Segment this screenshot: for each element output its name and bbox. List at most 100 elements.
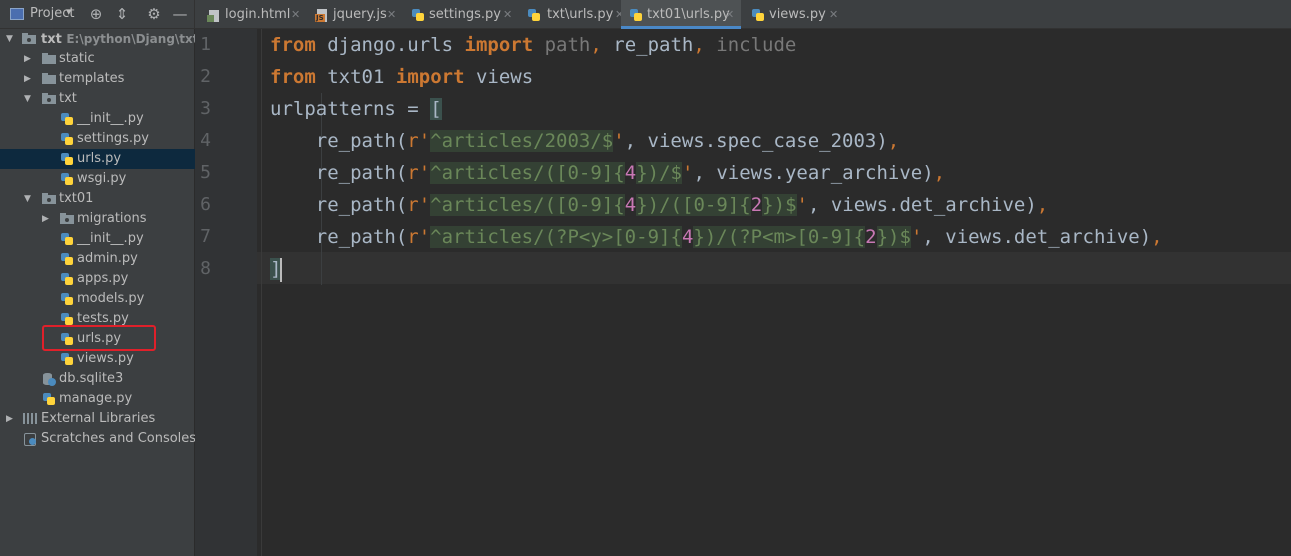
libraries-icon — [23, 412, 37, 424]
python-file-icon — [60, 172, 74, 186]
code-line-5: re_path(r'^articles/([0-9]{4})/$', views… — [315, 162, 946, 184]
tree-item-txt01-package[interactable]: ▼ txt01 — [0, 189, 195, 209]
tree-item-settings-py[interactable]: settings.py — [0, 129, 195, 149]
tree-item-manage-py[interactable]: manage.py — [0, 389, 195, 409]
tree-item-views-py[interactable]: views.py — [0, 349, 195, 369]
tree-item-label: manage.py — [59, 391, 133, 406]
tree-item-init-py[interactable]: __init__.py — [0, 109, 195, 129]
fold-gutter-line — [261, 29, 262, 556]
python-file-icon — [60, 272, 74, 286]
line-number: 6 — [200, 194, 211, 215]
code-line-7: re_path(r'^articles/(?P<y>[0-9]{4})/(?P<… — [315, 226, 1163, 248]
tree-item-label: db.sqlite3 — [59, 371, 124, 386]
tab-label: txt01\urls.py — [647, 7, 730, 22]
tree-item-templates[interactable]: ▶ templates — [0, 69, 195, 89]
line-number: 5 — [200, 162, 211, 183]
line-number: 3 — [200, 98, 211, 119]
chevron-right-icon[interactable]: ▶ — [6, 409, 13, 429]
python-file-icon — [60, 352, 74, 366]
chevron-down-icon[interactable]: ▼ — [24, 189, 31, 209]
close-icon[interactable]: ✕ — [829, 0, 838, 29]
tree-item-label: static — [59, 51, 95, 66]
tree-item-init-py[interactable]: __init__.py — [0, 229, 195, 249]
line-number: 1 — [200, 34, 211, 55]
python-file-icon — [60, 312, 74, 326]
code-line-6: re_path(r'^articles/([0-9]{4})/([0-9]{2}… — [315, 194, 1049, 216]
close-icon[interactable]: ✕ — [387, 0, 396, 29]
tree-item-apps-py[interactable]: apps.py — [0, 269, 195, 289]
package-icon — [42, 192, 56, 204]
line-number-gutter: 1 2 3 4 5 6 7 8 — [195, 29, 257, 556]
tree-item-label: apps.py — [77, 271, 129, 286]
line-number: 8 — [200, 258, 211, 279]
chevron-right-icon[interactable]: ▶ — [24, 49, 31, 69]
code-line-4: re_path(r'^articles/2003/$', views.spec_… — [315, 130, 900, 152]
line-number: 2 — [200, 66, 211, 87]
tree-item-label: settings.py — [77, 131, 149, 146]
tree-item-scratches[interactable]: Scratches and Consoles — [0, 429, 197, 449]
folder-icon — [42, 72, 56, 84]
tree-item-txt-package[interactable]: ▼ txt — [0, 89, 195, 109]
tree-item-migrations[interactable]: ▶ migrations — [0, 209, 195, 229]
code-editor[interactable]: 1 2 3 4 5 6 7 8 from django.urls import … — [195, 29, 1291, 556]
tree-item-db-sqlite3[interactable]: db.sqlite3 — [0, 369, 195, 389]
tree-item-label: wsgi.py — [77, 171, 127, 186]
tree-item-label: __init__.py — [77, 231, 144, 246]
python-file-icon — [60, 152, 74, 166]
package-icon — [42, 92, 56, 104]
database-icon — [42, 372, 56, 386]
python-file-icon — [629, 8, 643, 22]
tree-item-label: admin.py — [77, 251, 138, 266]
code-line-3: urlpatterns = [ — [270, 98, 442, 120]
tab-settings-py[interactable]: settings.py ✕ — [403, 0, 519, 29]
tab-label: login.html — [225, 7, 291, 22]
minimize-icon[interactable]: — — [170, 4, 190, 24]
python-file-icon — [60, 292, 74, 306]
tree-root-txt[interactable]: ▼ txt E:\python\Djang\txt — [0, 29, 199, 49]
close-icon[interactable]: ✕ — [291, 0, 300, 29]
js-file-icon — [315, 8, 329, 22]
python-file-icon — [60, 112, 74, 126]
target-icon[interactable]: ⊕ — [86, 4, 106, 24]
tree-item-label: External Libraries — [41, 411, 156, 426]
tab-views-py[interactable]: views.py ✕ — [743, 0, 847, 29]
tab-txt-urls-py[interactable]: txt\urls.py ✕ — [521, 0, 624, 29]
annotation-highlight-box — [42, 325, 156, 351]
tab-login-html[interactable]: login.html ✕ — [199, 0, 305, 29]
tree-item-label: Scratches and Consoles — [41, 431, 197, 446]
close-icon[interactable]: ✕ — [725, 0, 734, 29]
python-file-icon — [60, 252, 74, 266]
chevron-right-icon[interactable]: ▶ — [42, 209, 49, 229]
tree-item-wsgi-py[interactable]: wsgi.py — [0, 169, 195, 189]
tab-txt01-urls-py[interactable]: txt01\urls.py ✕ — [621, 0, 741, 29]
tree-item-txt-urls-py[interactable]: urls.py — [0, 149, 195, 169]
line-number: 7 — [200, 226, 211, 247]
gear-icon[interactable]: ⚙ — [144, 4, 164, 24]
project-view-selector[interactable]: Project ▾ ⊕ ⇕ ⚙ — — [0, 0, 195, 29]
tree-item-label: migrations — [77, 211, 147, 226]
html-file-icon — [207, 8, 221, 22]
chevron-down-icon[interactable]: ▼ — [6, 29, 13, 49]
close-icon[interactable]: ✕ — [503, 0, 512, 29]
tab-jquery-js[interactable]: jquery.js ✕ — [307, 0, 403, 29]
tree-item-label: models.py — [77, 291, 145, 306]
chevron-down-icon[interactable]: ▼ — [24, 89, 31, 109]
line-number: 4 — [200, 130, 211, 151]
tree-item-admin-py[interactable]: admin.py — [0, 249, 195, 269]
tab-label: settings.py — [429, 7, 501, 22]
tree-item-external-libraries[interactable]: ▶ External Libraries — [0, 409, 195, 429]
scratches-icon — [23, 432, 37, 446]
tree-item-label: txt01 — [59, 191, 94, 206]
collapse-icon[interactable]: ⇕ — [112, 4, 132, 24]
code-line-8: ] — [270, 257, 283, 282]
chevron-right-icon[interactable]: ▶ — [24, 69, 31, 89]
tab-label: txt\urls.py — [547, 7, 614, 22]
chevron-down-icon[interactable]: ▾ — [66, 5, 72, 18]
current-line-highlight — [195, 252, 1291, 284]
tree-item-models-py[interactable]: models.py — [0, 289, 195, 309]
tree-item-label: txt E:\python\Djang\txt — [41, 32, 199, 47]
python-file-icon — [751, 8, 765, 22]
tree-item-static[interactable]: ▶ static — [0, 49, 195, 69]
code-line-2: from txt01 import views — [270, 66, 534, 88]
tab-label: jquery.js — [333, 7, 387, 22]
